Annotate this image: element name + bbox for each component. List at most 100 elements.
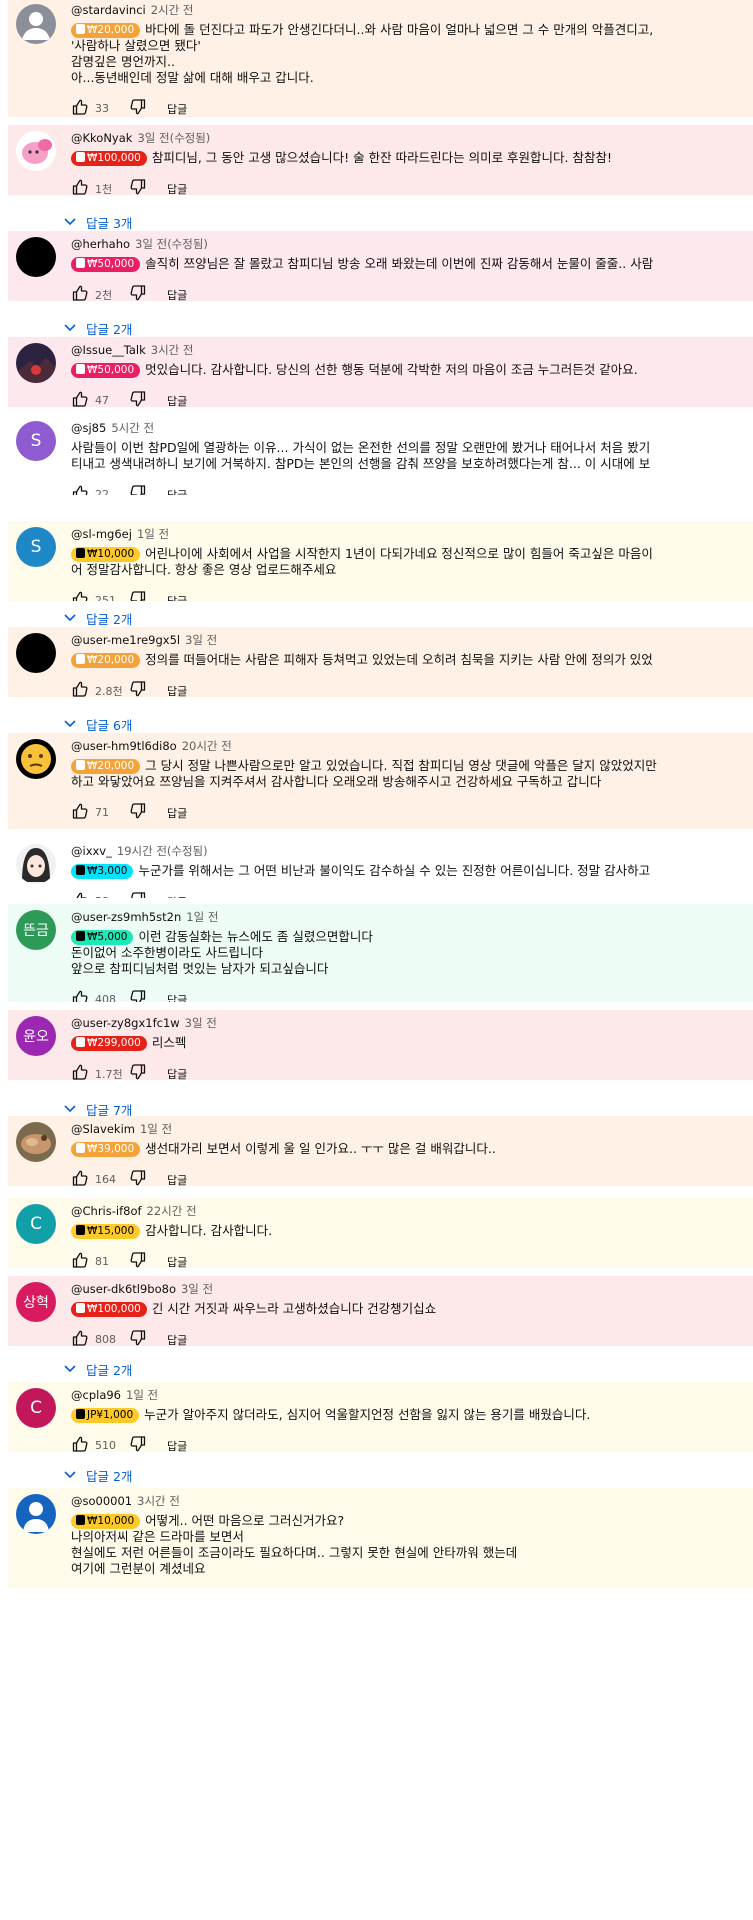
reply-button[interactable]: 답글 [167,1332,187,1347]
comment-timestamp[interactable]: 3일 전 [181,1282,213,1296]
comment-timestamp[interactable]: 3일 전 [185,1016,217,1030]
comment-timestamp[interactable]: 1일 전 [137,527,169,541]
dislike-button[interactable] [129,1329,147,1346]
dislike-button[interactable] [129,891,147,898]
author-name[interactable]: @Issue__Talk [71,343,146,357]
reply-button[interactable]: 답글 [167,593,187,602]
like-button[interactable] [71,989,89,1002]
author-name[interactable]: @user-me1re9gx5l [71,633,180,647]
dislike-button[interactable] [129,390,147,407]
author-name[interactable]: @user-zs9mh5st2n [71,910,181,924]
avatar[interactable] [16,343,56,383]
dislike-button[interactable] [129,98,147,117]
reply-button[interactable]: 답글 [167,287,187,302]
avatar[interactable] [16,844,56,884]
dislike-button[interactable] [129,484,147,495]
comment-timestamp[interactable]: 1일 전 [126,1388,158,1402]
view-replies-button[interactable]: 답글 2개 [63,319,132,338]
reply-button[interactable]: 답글 [167,992,187,1003]
author-name[interactable]: @Slavekim [71,1122,135,1136]
avatar[interactable] [16,633,56,673]
author-name[interactable]: @so00001 [71,1494,132,1508]
like-button[interactable] [71,1063,89,1080]
comment-timestamp[interactable]: 3일 전(수정됨) [135,237,208,251]
author-name[interactable]: @herhaho [71,237,130,251]
like-button[interactable] [71,590,89,601]
dislike-button[interactable] [129,1063,147,1080]
like-button[interactable] [71,178,89,195]
like-button[interactable] [71,1169,89,1186]
reply-button[interactable]: 답글 [167,1254,187,1269]
dislike-button[interactable] [129,284,147,301]
reply-button[interactable]: 답글 [167,1172,187,1187]
dislike-button[interactable] [129,1251,147,1268]
dislike-button[interactable] [129,989,147,1002]
dislike-button[interactable] [129,178,147,195]
comment-timestamp[interactable]: 3일 전(수정됨) [137,131,210,145]
avatar[interactable] [16,237,56,277]
like-button[interactable] [71,98,89,117]
like-button[interactable] [71,284,89,301]
author-name[interactable]: @user-zy8gx1fc1w [71,1016,180,1030]
like-button[interactable] [71,891,89,898]
reply-button[interactable]: 답글 [167,487,187,496]
reply-button[interactable]: 답글 [167,393,187,408]
dislike-button[interactable] [129,1169,147,1186]
reply-button[interactable]: 답글 [167,181,187,196]
author-name[interactable]: @sl-mg6ej [71,527,132,541]
author-name[interactable]: @sj85 [71,421,106,435]
author-name[interactable]: @ixxv_ [71,844,112,858]
avatar[interactable]: 윤오 [16,1016,56,1056]
comment-timestamp[interactable]: 3시간 전 [151,343,194,357]
like-button[interactable] [71,1329,89,1346]
avatar[interactable] [16,1494,56,1534]
avatar[interactable] [16,739,56,779]
reply-button[interactable]: 답글 [167,805,187,821]
like-button[interactable] [71,802,89,823]
like-button[interactable] [71,1251,89,1268]
view-replies-button[interactable]: 답글 2개 [63,609,132,628]
author-name[interactable]: @Chris-if8of [71,1204,142,1218]
avatar[interactable]: S [16,421,56,461]
avatar[interactable] [16,4,56,44]
author-name[interactable]: @KkoNyak [71,131,132,145]
like-button[interactable] [71,390,89,407]
comment-timestamp[interactable]: 1일 전 [140,1122,172,1136]
reply-button[interactable]: 답글 [167,894,187,899]
comment-timestamp[interactable]: 19시간 전(수정됨) [117,844,208,858]
comment-timestamp[interactable]: 5시간 전 [111,421,154,435]
dislike-button[interactable] [129,1435,147,1452]
avatar[interactable]: S [16,527,56,567]
author-name[interactable]: @stardavinci [71,3,146,17]
comment-timestamp[interactable]: 2시간 전 [151,3,194,17]
reply-button[interactable]: 답글 [167,1066,187,1081]
author-name[interactable]: @user-hm9tl6di8o [71,739,177,753]
comment-timestamp[interactable]: 22시간 전 [147,1204,197,1218]
view-replies-button[interactable]: 답글 2개 [63,1360,132,1379]
comment-timestamp[interactable]: 20시간 전 [182,739,232,753]
comment-timestamp[interactable]: 3시간 전 [137,1494,180,1508]
dislike-button[interactable] [129,590,147,601]
reply-button[interactable]: 답글 [167,1438,187,1453]
comment-timestamp[interactable]: 3일 전 [185,633,217,647]
like-button[interactable] [71,1435,89,1452]
like-button[interactable] [71,484,89,495]
comment-timestamp[interactable]: 1일 전 [186,910,218,924]
reply-button[interactable]: 답글 [167,683,187,698]
author-name[interactable]: @cpla96 [71,1388,121,1402]
avatar[interactable]: 뜬금 [16,910,56,950]
comment-header: @sl-mg6ej 1일 전 [71,527,753,542]
reply-button[interactable]: 답글 [167,101,187,117]
avatar[interactable] [16,131,56,171]
view-replies-button[interactable]: 답글 6개 [63,715,132,734]
author-name[interactable]: @user-dk6tl9bo8o [71,1282,176,1296]
avatar[interactable]: C [16,1204,56,1244]
avatar[interactable]: 상혁 [16,1282,56,1322]
dislike-button[interactable] [129,680,147,697]
avatar[interactable] [16,1122,56,1162]
like-button[interactable] [71,680,89,697]
view-replies-button[interactable]: 답글 2개 [63,1466,132,1485]
avatar[interactable]: C [16,1388,56,1428]
view-replies-button[interactable]: 답글 3개 [63,213,132,232]
dislike-button[interactable] [129,802,147,823]
